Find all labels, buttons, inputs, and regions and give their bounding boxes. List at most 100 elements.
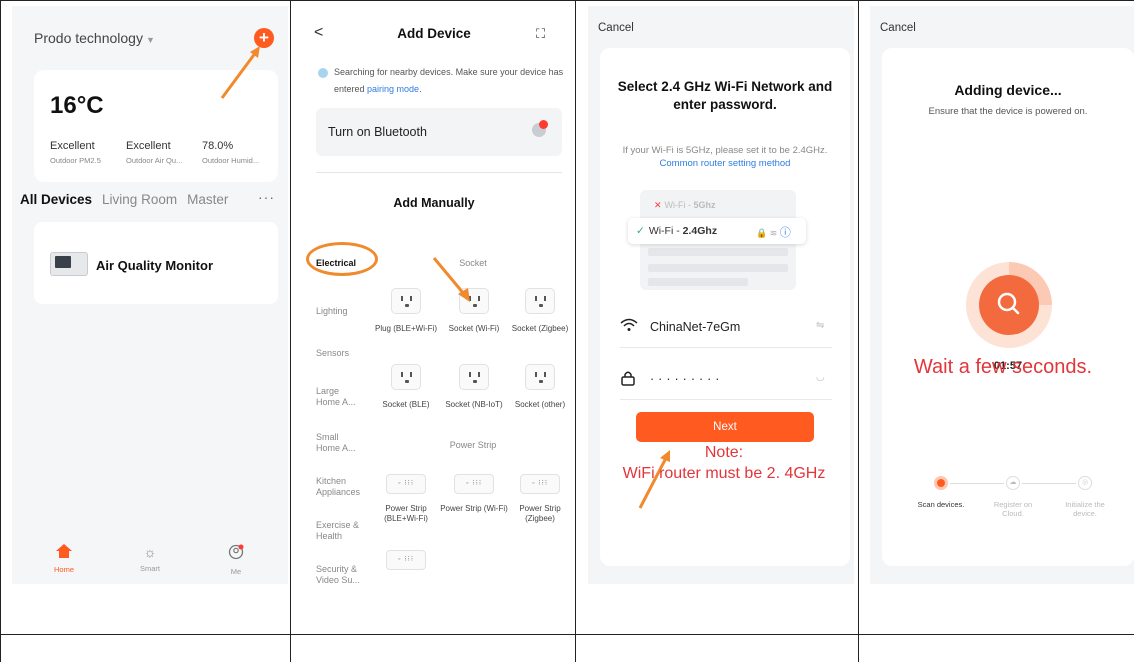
subtitle: Ensure that the device is powered on. (928, 106, 1088, 117)
search-status: Searching for nearby devices. Make sure … (334, 67, 564, 94)
socket-icon[interactable] (525, 288, 555, 314)
device-thumbnail (50, 252, 88, 276)
bluetooth-prompt[interactable]: Turn on Bluetooth (316, 108, 562, 156)
home-selector[interactable]: Prodo technology ▼ (34, 30, 155, 46)
device-type-label: Socket (other) (514, 400, 566, 409)
power-strip-icon[interactable]: ◦ ⁝⁝⁝ (386, 474, 426, 494)
note-annotation: Note: WiFi router must be 2. 4GHz (622, 444, 826, 482)
stat-label: Outdoor Air Qu... (126, 156, 183, 165)
device-type-label: Socket (BLE) (382, 400, 430, 409)
section-title: Add Manually (393, 196, 475, 210)
router-setting-link[interactable]: Common router setting method (660, 158, 791, 169)
category-sensors[interactable]: Sensors (316, 348, 368, 359)
progress-card: Adding device... Ensure that the device … (882, 48, 1134, 566)
add-device-screen: < Add Device ⛶ Searching for nearby devi… (296, 6, 572, 584)
category-kitchen[interactable]: Kitchen Appliances (316, 476, 368, 498)
table-border (858, 0, 859, 662)
wifi-setup-screen: Cancel Select 2.4 GHz Wi-Fi Network and … (588, 6, 854, 584)
table-border (0, 0, 1, 662)
wifi-icon (620, 318, 638, 336)
caret-down-icon: ▼ (145, 35, 155, 45)
step-scan-icon (934, 476, 948, 490)
cancel-button[interactable]: Cancel (880, 22, 916, 34)
stat-value: 78.0% (202, 140, 234, 152)
device-type-label: Power Strip (Zigbee) (519, 504, 561, 523)
wifi-lock-info-icons: 🔒 ≋ ⓘ (756, 227, 791, 239)
table-border (0, 634, 1134, 635)
power-strip-icon[interactable]: ◦ ⁝⁝⁝ (520, 474, 560, 494)
stat-value: Excellent (126, 140, 171, 152)
category-small-home[interactable]: Small Home A... (316, 432, 364, 454)
step-label: Initialize the device. (1065, 500, 1105, 518)
tab-living-room[interactable]: Living Room (102, 192, 177, 207)
device-type-label: Socket (NB-IoT) (445, 400, 503, 409)
device-type-label: Socket (Zigbee) (511, 324, 569, 333)
step-label: Scan devices. (917, 500, 965, 509)
settings-icon: ◎ (1078, 476, 1092, 490)
scan-icon[interactable]: ⛶ (536, 26, 545, 42)
device-type-label: Socket (Wi-Fi) (448, 324, 500, 333)
category-electrical[interactable]: Electrical (316, 258, 356, 269)
sun-icon: ☼ (143, 544, 157, 560)
tab-all-devices[interactable]: All Devices (20, 192, 92, 207)
cancel-button[interactable]: Cancel (598, 22, 634, 34)
power-strip-icon[interactable]: ◦ ⁝⁝⁝ (386, 550, 426, 570)
home-screen: Prodo technology ▼ + 16°C Excellent Outdo… (12, 6, 288, 584)
step-label: Register on Cloud. (993, 500, 1033, 518)
socket-icon[interactable] (459, 364, 489, 390)
check-icon: ✓ (636, 225, 645, 237)
nav-smart[interactable]: ☼ Smart (120, 544, 180, 573)
category-large-home[interactable]: Large Home A... (316, 386, 364, 408)
wifi-24ghz-row: ✓ Wi-Fi - 2.4Ghz 🔒 ≋ ⓘ (628, 218, 806, 244)
wifi-5ghz-row: ✕ Wi-Fi - 5Ghz (654, 200, 716, 210)
stat-label: Outdoor PM2.5 (50, 156, 101, 165)
temperature: 16°C (50, 92, 104, 119)
device-type-label: Power Strip (BLE+Wi-Fi) (384, 504, 428, 523)
password-field[interactable]: ········· ◡ (620, 362, 832, 400)
table-border (290, 0, 291, 662)
annotation-arrow (220, 46, 260, 99)
table-border (0, 0, 1134, 1)
category-lighting[interactable]: Lighting (316, 306, 368, 317)
cloud-icon: ☁ (1006, 476, 1020, 490)
home-icon (56, 544, 72, 558)
room-tabs: All Devices Living Room Master (20, 192, 228, 207)
annotation-arrow (432, 257, 470, 302)
socket-icon[interactable] (391, 288, 421, 314)
category-security[interactable]: Security & Video Su... (316, 564, 368, 584)
more-icon[interactable]: ··· (258, 189, 275, 205)
table-border (575, 0, 576, 662)
divider (316, 172, 562, 173)
socket-icon[interactable] (525, 364, 555, 390)
page-title: Select 2.4 GHz Wi-Fi Network and enter p… (617, 79, 833, 112)
nav-home[interactable]: Home (34, 544, 94, 574)
pairing-mode-link[interactable]: pairing mode (367, 84, 419, 94)
adding-device-screen: Cancel Adding device... Ensure that the … (870, 6, 1134, 584)
cross-icon: ✕ (654, 200, 662, 210)
power-strip-icon[interactable]: ◦ ⁝⁝⁝ (454, 474, 494, 494)
nav-me[interactable]: Me (206, 544, 266, 576)
section-power-strip: Power Strip (449, 440, 497, 450)
wifi-hint: If your Wi-Fi is 5GHz, please set it to … (622, 145, 828, 169)
next-button[interactable]: Next (636, 412, 814, 442)
switch-network-icon[interactable]: ⇋ (816, 320, 824, 331)
eye-icon[interactable]: ◡ (816, 372, 825, 383)
device-type-label: Power Strip (Wi-Fi) (440, 504, 508, 513)
ssid-field[interactable]: ChinaNet-7eGm ⇋ (620, 310, 832, 348)
user-icon (228, 544, 244, 560)
page-title: Adding device... (954, 82, 1062, 98)
category-exercise[interactable]: Exercise & Health (316, 520, 368, 542)
bottom-nav: Home ☼ Smart Me (12, 544, 288, 584)
socket-icon[interactable] (391, 364, 421, 390)
device-name: Air Quality Monitor (96, 258, 213, 273)
device-card[interactable]: Air Quality Monitor (34, 222, 278, 304)
tab-master[interactable]: Master (187, 192, 228, 207)
loading-icon (318, 68, 328, 78)
device-type-label: Plug (BLE+Wi-Fi) (374, 324, 437, 333)
stat-label: Outdoor Humid... (202, 156, 260, 165)
page-title: Add Device (397, 26, 471, 41)
lock-icon (620, 370, 636, 390)
stat-value: Excellent (50, 140, 95, 152)
alert-badge (539, 120, 548, 129)
wait-annotation: Wait a few seconds. (913, 356, 1093, 378)
